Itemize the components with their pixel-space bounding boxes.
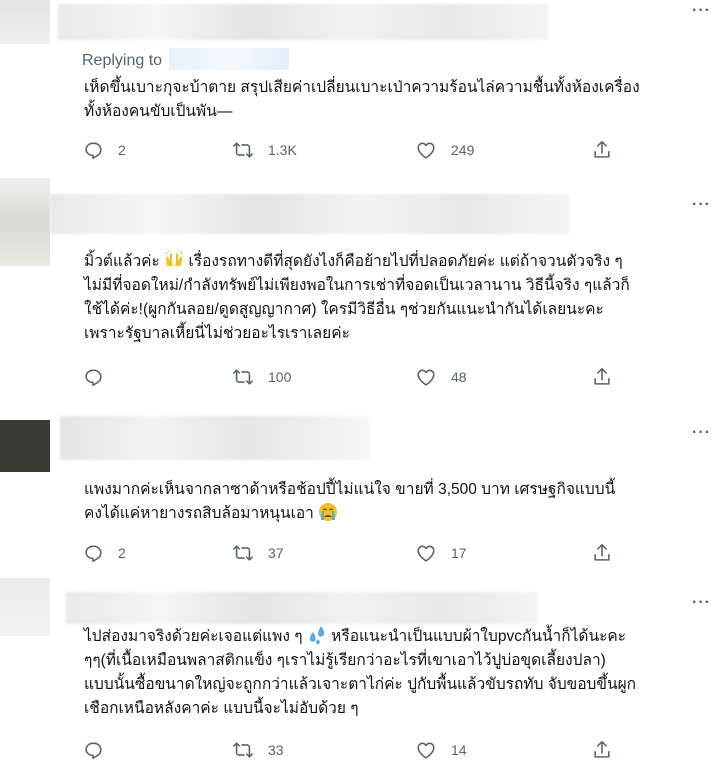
tweet-2[interactable]: ··· มิ้วต์แล้วค่ะ เรื่องรถทางดีที่สุดยัง…	[0, 178, 723, 405]
like-count: 249	[451, 142, 475, 158]
retweet-count: 100	[268, 369, 292, 385]
tweet-actions: 2 1.3K 249	[80, 139, 620, 163]
tweet-text: เห็ดขึ้นเบาะกุจะบ้าตาย สรุปเสียค่าเปลี่ย…	[84, 79, 640, 120]
tweet-3[interactable]: ··· แพงมากค่ะเห็นจากลาซาด้าหรือช้อปปี้ไม…	[0, 404, 723, 579]
more-options-icon[interactable]: ···	[692, 196, 711, 214]
like-button[interactable]: 48	[415, 366, 467, 388]
tweet-text: แพงมากค่ะเห็นจากลาซาด้าหรือช้อปปี้ไม่แน่…	[84, 478, 709, 526]
tweet-text-start: มิ้วต์แล้วค่ะ	[84, 253, 165, 270]
heart-icon	[417, 545, 435, 562]
like-count: 17	[451, 545, 467, 561]
retweet-icon	[233, 142, 253, 158]
heart-icon	[417, 369, 435, 386]
crying-face-emoji	[319, 503, 338, 521]
reply-icon	[85, 742, 102, 760]
replying-to-handle-blurred[interactable]	[168, 48, 289, 70]
tweet-actions: 33 14	[80, 739, 620, 763]
more-options-icon[interactable]: ···	[692, 424, 711, 442]
more-options-icon[interactable]: ···	[692, 2, 711, 20]
author-name-blurred	[58, 4, 548, 40]
replying-to-label: Replying to	[82, 52, 163, 69]
author-name-blurred	[50, 194, 570, 234]
like-count: 14	[451, 742, 467, 758]
retweet-button[interactable]: 33	[232, 739, 284, 761]
reply-button[interactable]: 2	[82, 542, 126, 564]
reply-icon	[85, 545, 102, 563]
share-icon	[594, 367, 610, 385]
tweet-text-start: ไปส่องมาจริงด้วยค่ะเจอแต่แพง ๆ	[84, 628, 307, 645]
reply-icon	[85, 142, 102, 160]
retweet-count: 33	[268, 742, 284, 758]
reply-button[interactable]: 2	[82, 139, 126, 161]
replying-to: Replying to	[82, 48, 289, 70]
retweet-count: 1.3K	[268, 142, 297, 158]
retweet-icon	[233, 742, 253, 758]
share-button[interactable]	[591, 139, 613, 161]
retweet-icon	[233, 369, 253, 385]
share-icon	[594, 140, 610, 158]
sweat-droplets-emoji	[309, 626, 324, 645]
heart-icon	[417, 142, 435, 159]
tweet-4[interactable]: ··· ไปส่องมาจริงด้วยค่ะเจอแต่แพง ๆ หรือแ…	[0, 578, 723, 766]
tweet-actions: 2 37 17	[80, 542, 620, 566]
like-button[interactable]: 17	[415, 542, 467, 564]
tweet-text: มิ้วต์แล้วค่ะ เรื่องรถทางดีที่สุดยังไงก็…	[84, 250, 709, 346]
retweet-button[interactable]: 1.3K	[232, 139, 297, 161]
share-icon	[594, 740, 610, 758]
avatar[interactable]	[0, 178, 50, 266]
like-button[interactable]: 249	[415, 139, 474, 161]
retweet-button[interactable]: 100	[232, 366, 291, 388]
reply-icon	[85, 369, 102, 387]
tweet-1[interactable]: ··· Replying to เห็ดขึ้นเบาะกุจะบ้าตาย ส…	[0, 0, 723, 179]
reply-count: 2	[118, 545, 126, 561]
share-button[interactable]	[591, 366, 613, 388]
raising-hands-emoji	[165, 251, 183, 266]
retweet-button[interactable]: 37	[232, 542, 284, 564]
tweet-text: ไปส่องมาจริงด้วยค่ะเจอแต่แพง ๆ หรือแนะนำ…	[84, 625, 709, 721]
avatar[interactable]	[0, 578, 50, 636]
reply-count: 2	[118, 142, 126, 158]
reply-button[interactable]	[82, 739, 118, 761]
like-count: 48	[451, 369, 467, 385]
author-name-blurred	[60, 416, 370, 460]
share-button[interactable]	[591, 542, 613, 564]
more-options-icon[interactable]: ···	[692, 594, 711, 612]
tweet-actions: 100 48	[80, 366, 620, 390]
author-name-blurred	[66, 592, 538, 624]
reply-button[interactable]	[82, 366, 118, 388]
avatar[interactable]	[0, 0, 50, 44]
share-button[interactable]	[591, 739, 613, 761]
share-icon	[594, 543, 610, 561]
heart-icon	[417, 742, 435, 759]
like-button[interactable]: 14	[415, 739, 467, 761]
avatar[interactable]	[0, 420, 50, 472]
retweet-count: 37	[268, 545, 284, 561]
retweet-icon	[233, 545, 253, 561]
tweet-text-content: แพงมากค่ะเห็นจากลาซาด้าหรือช้อปปี้ไม่แน่…	[84, 481, 616, 522]
